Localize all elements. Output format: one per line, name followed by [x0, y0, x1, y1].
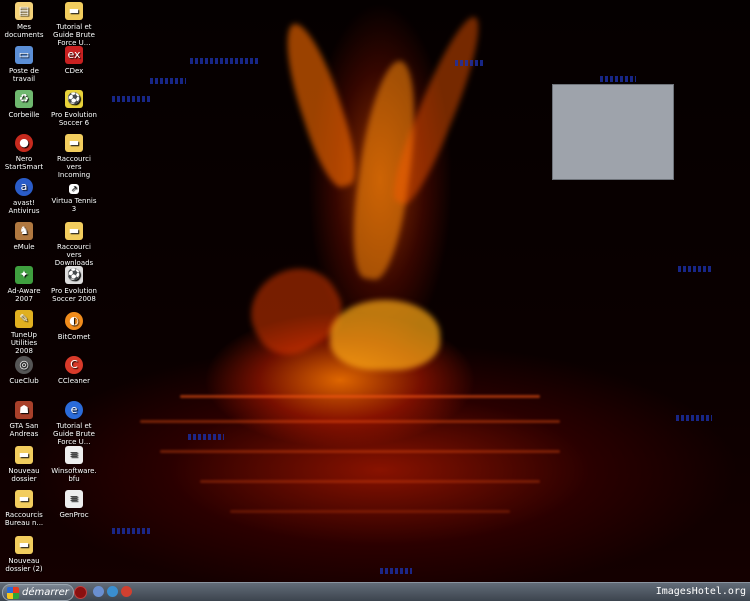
tuneup-icon: ✎	[15, 310, 33, 328]
icon-label: Poste de travail	[9, 67, 39, 83]
folder-icon: ▬	[65, 134, 83, 152]
desktop-icon-winsoftware[interactable]: ≡ Winsoftware.bfu	[51, 446, 97, 483]
folder-icon: ▬	[15, 536, 33, 554]
icon-label: CueClub	[9, 377, 39, 385]
desktop-icon-genproc[interactable]: ≡ GenProc	[51, 490, 97, 519]
icon-label: BitComet	[57, 333, 91, 341]
computer-icon: ▭	[15, 46, 33, 64]
desktop-icon-corbeille[interactable]: ♻ Corbeille	[1, 90, 47, 119]
windows-logo-icon	[7, 586, 19, 599]
quicklaunch-app-icon[interactable]	[121, 586, 132, 597]
icon-label: GenProc	[59, 511, 89, 519]
desktop-icon-nero-startsmart[interactable]: ● Nero StartSmart	[1, 134, 47, 171]
folder-icon: ▬	[65, 2, 83, 20]
desktop-icon-emule[interactable]: ♞ eMule	[1, 222, 47, 251]
cdex-icon: ex	[65, 46, 83, 64]
desktop-icon-nouveau-dossier[interactable]: ▬ Nouveau dossier	[1, 446, 47, 483]
file-icon: ≡	[65, 446, 83, 464]
icon-label: Corbeille	[8, 111, 40, 119]
file-icon: ≡	[65, 490, 83, 508]
pes-icon: ⚽	[65, 90, 83, 108]
cueclub-icon: ◎	[15, 356, 33, 374]
icon-label: Ad-Aware 2007	[7, 287, 41, 303]
icon-label: Pro Evolution Soccer 2008	[51, 287, 97, 303]
watermark-text: ImagesHotel.org	[655, 586, 746, 597]
ccleaner-icon: C	[65, 356, 83, 374]
quicklaunch-explorer-icon[interactable]	[93, 586, 104, 597]
icon-label: Raccourci vers Downloads	[54, 243, 94, 267]
desktop-icon-avast[interactable]: a avast! Antivirus	[1, 178, 47, 215]
icon-label: Nero StartSmart	[4, 155, 44, 171]
quicklaunch-firefox-icon[interactable]	[107, 586, 118, 597]
icon-label: Winsoftware.bfu	[51, 467, 97, 483]
desktop-icon-tuneup[interactable]: ✎ TuneUp Utilities 2008	[1, 310, 47, 355]
start-button[interactable]: démarrer	[2, 584, 74, 601]
icon-label: Tutorial et Guide Brute Force U...	[53, 422, 95, 446]
desktop-icon-nouveau-dossier-2[interactable]: ▬ Nouveau dossier (2)	[1, 536, 47, 573]
desktop-icon-poste-de-travail[interactable]: ▭ Poste de travail	[1, 46, 47, 83]
icon-label: avast! Antivirus	[8, 199, 40, 215]
icon-label: GTA San Andreas	[9, 422, 39, 438]
start-label: démarrer	[22, 587, 69, 598]
taskbar: démarrer ImagesHotel.org	[0, 582, 750, 601]
desktop-icon-pes6[interactable]: ⚽ Pro Evolution Soccer 6	[51, 90, 97, 127]
icon-label: Mes documents	[4, 23, 44, 39]
desktop-icon-raccourcis-bureau[interactable]: ▬ Raccourcis Bureau n...	[1, 490, 47, 527]
desktop-icon-virtua-tennis[interactable]: ↗ Virtua Tennis 3	[51, 184, 97, 213]
desktop-icon-raccourci-incoming[interactable]: ▬ Raccourci vers Incoming	[51, 134, 97, 179]
desktop: ▤ Mes documents ▭ Poste de travail ♻ Cor…	[0, 0, 750, 582]
desktop-icon-gta-san-andreas[interactable]: ☗ GTA San Andreas	[1, 401, 47, 438]
folder-icon: ▬	[65, 222, 83, 240]
icon-label: Virtua Tennis 3	[51, 197, 97, 213]
icon-label: CDex	[64, 67, 84, 75]
icon-label: Raccourcis Bureau n...	[4, 511, 44, 527]
icon-label: Nouveau dossier (2)	[5, 557, 43, 573]
desktop-icon-ccleaner[interactable]: C CCleaner	[51, 356, 97, 385]
documents-folder-icon: ▤	[15, 2, 33, 20]
bitcomet-icon: ◐	[65, 312, 83, 330]
desktop-icon-ad-aware[interactable]: ✦ Ad-Aware 2007	[1, 266, 47, 303]
desktop-icon-tutorial-guide-2[interactable]: e Tutorial et Guide Brute Force U...	[51, 401, 97, 446]
pes-icon: ⚽	[65, 266, 83, 284]
folder-icon: ▬	[15, 490, 33, 508]
icon-label: Nouveau dossier	[8, 467, 40, 483]
icon-label: TuneUp Utilities 2008	[10, 331, 38, 355]
blank-window-panel[interactable]	[552, 84, 674, 180]
gta-icon: ☗	[15, 401, 33, 419]
recycle-bin-icon: ♻	[15, 90, 33, 108]
emule-icon: ♞	[15, 222, 33, 240]
desktop-icon-pes2008[interactable]: ⚽ Pro Evolution Soccer 2008	[51, 266, 97, 303]
desktop-icon-cueclub[interactable]: ◎ CueClub	[1, 356, 47, 385]
avast-icon: a	[15, 178, 33, 196]
nero-icon: ●	[15, 134, 33, 152]
desktop-icon-bitcomet[interactable]: ◐ BitComet	[51, 312, 97, 341]
ad-aware-icon: ✦	[15, 266, 33, 284]
icon-label: eMule	[13, 243, 35, 251]
desktop-icon-mes-documents[interactable]: ▤ Mes documents	[1, 2, 47, 39]
desktop-icon-raccourci-downloads[interactable]: ▬ Raccourci vers Downloads	[51, 222, 97, 267]
icon-label: CCleaner	[58, 377, 90, 385]
icon-label: Raccourci vers Incoming	[57, 155, 91, 179]
internet-explorer-icon: e	[65, 401, 83, 419]
media-player-icon[interactable]	[74, 586, 87, 599]
folder-icon: ▬	[15, 446, 33, 464]
icon-label: Tutorial et Guide Brute Force U...	[53, 23, 95, 47]
desktop-icon-cdex[interactable]: ex CDex	[51, 46, 97, 75]
desktop-icon-tutorial-guide[interactable]: ▬ Tutorial et Guide Brute Force U...	[51, 2, 97, 47]
shortcut-icon: ↗	[69, 184, 79, 194]
icon-label: Pro Evolution Soccer 6	[51, 111, 97, 127]
